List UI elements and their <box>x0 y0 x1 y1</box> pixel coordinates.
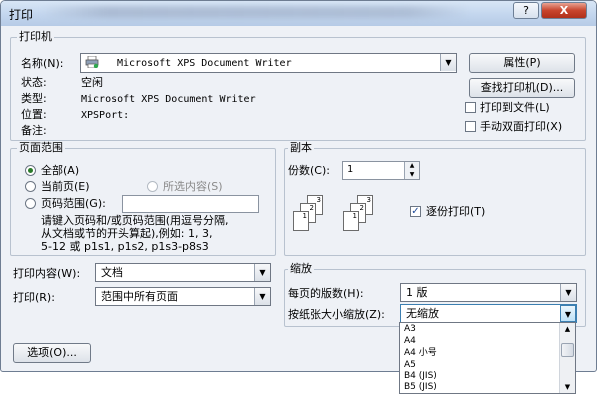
print-scope-value: 范围中所有页面 <box>101 290 178 303</box>
type-value: Microsoft XPS Document Writer <box>81 94 256 105</box>
copies-count-input[interactable]: 1 ▲ ▼ <box>342 161 420 180</box>
pages-per-sheet-select[interactable]: 1 版 ▼ <box>400 283 577 302</box>
page-numbers-radio[interactable] <box>25 198 36 209</box>
copies-count-value: 1 <box>347 164 354 175</box>
page-range-hint-line-2: 从文档或节的开头算起),例如: 1, 3, <box>41 227 213 240</box>
where-value: XPSPort: <box>81 110 130 121</box>
printer-icon <box>85 56 99 68</box>
print-what-label: 打印内容(W): <box>13 267 81 280</box>
collate-checkbox[interactable]: ✓ <box>410 206 421 217</box>
chevron-down-icon[interactable]: ▼ <box>254 264 270 281</box>
list-item[interactable]: A4 <box>404 336 416 346</box>
help-button[interactable]: ? <box>513 2 539 19</box>
close-button[interactable]: X <box>541 2 587 19</box>
copies-group-label: 副本 <box>288 141 314 154</box>
selection-label[interactable]: 所选内容(S) <box>163 180 223 193</box>
collate-label[interactable]: 逐份打印(T) <box>426 205 485 218</box>
current-page-label[interactable]: 当前页(E) <box>41 180 90 193</box>
copies-spin-up-icon[interactable]: ▲ <box>404 162 419 170</box>
manual-duplex-checkbox[interactable] <box>465 121 476 132</box>
list-item[interactable]: B4 (JIS) <box>404 371 437 381</box>
printer-name-label: 名称(N): <box>21 57 64 70</box>
find-printer-button[interactable]: 查找打印机(D)... <box>469 78 575 98</box>
scroll-down-icon[interactable]: ▼ <box>560 381 575 393</box>
list-item[interactable]: A4 小号 <box>404 348 437 358</box>
pages-per-sheet-value: 1 版 <box>406 286 428 299</box>
page-range-hint-line-1: 请键入页码和/或页码范围(用逗号分隔, <box>41 214 229 227</box>
print-dialog: 打印 ? X 打印机 名称(N): Microsoft XPS Document… <box>0 0 597 372</box>
type-label: 类型: <box>21 92 47 105</box>
collate-page-1-b: 1 <box>343 211 359 231</box>
status-label: 状态: <box>21 76 47 89</box>
scroll-up-icon[interactable]: ▲ <box>560 323 575 335</box>
scale-select[interactable]: 无缩放 ▼ <box>400 304 577 323</box>
print-to-file-checkbox[interactable] <box>465 102 476 113</box>
current-page-radio[interactable] <box>25 181 36 192</box>
comment-label: 备注: <box>21 124 47 137</box>
list-item[interactable]: B5 (JIS) <box>404 382 437 392</box>
title-bar: 打印 ? X <box>1 1 596 26</box>
page-numbers-input[interactable] <box>122 195 259 213</box>
print-scope-label: 打印(R): <box>13 291 55 304</box>
page-range-group-label: 页面范围 <box>17 141 65 154</box>
selection-radio[interactable] <box>147 181 158 192</box>
printer-name-select[interactable]: Microsoft XPS Document Writer ▼ <box>80 53 457 73</box>
collate-page-1-a: 1 <box>293 211 309 231</box>
list-item[interactable]: A3 <box>404 324 416 334</box>
zoom-group-label: 缩放 <box>288 262 314 275</box>
all-pages-radio[interactable] <box>25 165 36 176</box>
window-title: 打印 <box>9 8 34 22</box>
page-range-hint-line-3: 5-12 或 p1s1, p1s2, p1s3-p8s3 <box>41 240 209 253</box>
manual-duplex-label[interactable]: 手动双面打印(X) <box>480 120 562 133</box>
chevron-down-icon[interactable]: ▼ <box>560 305 576 322</box>
printer-group-label: 打印机 <box>17 30 54 43</box>
print-scope-select[interactable]: 范围中所有页面 ▼ <box>95 287 271 306</box>
all-pages-label[interactable]: 全部(A) <box>41 164 79 177</box>
chevron-down-icon[interactable]: ▼ <box>440 54 456 71</box>
list-item[interactable]: A5 <box>404 360 416 370</box>
where-label: 位置: <box>21 108 47 121</box>
status-value: 空闲 <box>81 76 103 89</box>
page-numbers-label[interactable]: 页码范围(G): <box>41 197 106 210</box>
copies-spin-down-icon[interactable]: ▼ <box>404 170 419 179</box>
scale-label: 按纸张大小缩放(Z): <box>288 308 385 321</box>
properties-button[interactable]: 属性(P) <box>469 53 575 73</box>
print-what-select[interactable]: 文档 ▼ <box>95 263 271 282</box>
print-to-file-label[interactable]: 打印到文件(L) <box>480 101 550 114</box>
chevron-down-icon[interactable]: ▼ <box>254 288 270 305</box>
printer-name-value: Microsoft XPS Document Writer <box>117 58 292 69</box>
pages-per-sheet-label: 每页的版数(H): <box>288 287 364 300</box>
scale-dropdown-list[interactable]: A3 A4 A4 小号 A5 B4 (JIS) B5 (JIS) ▲ ▼ <box>399 322 576 394</box>
scroll-thumb[interactable] <box>561 343 574 357</box>
copies-count-label: 份数(C): <box>288 164 330 177</box>
blurred-document-title <box>41 6 471 18</box>
print-what-value: 文档 <box>101 266 123 279</box>
dropdown-scrollbar[interactable]: ▲ ▼ <box>559 323 575 393</box>
scale-value: 无缩放 <box>406 307 439 320</box>
options-button[interactable]: 选项(O)... <box>13 343 91 363</box>
chevron-down-icon[interactable]: ▼ <box>560 284 576 301</box>
